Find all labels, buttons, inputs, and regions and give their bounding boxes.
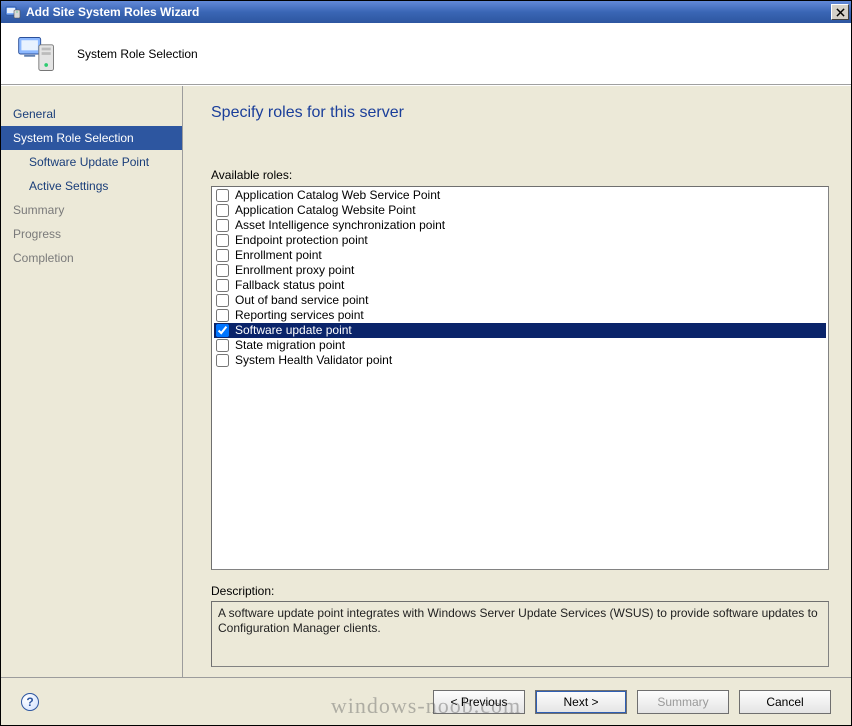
available-roles-list[interactable]: Application Catalog Web Service PointApp… — [211, 186, 829, 570]
sidebar-item-label: System Role Selection — [13, 131, 134, 145]
role-row[interactable]: Software update point — [214, 323, 826, 338]
window-title: Add Site System Roles Wizard — [26, 5, 831, 19]
role-checkbox[interactable] — [216, 339, 229, 352]
help-icon[interactable]: ? — [21, 693, 39, 711]
sidebar-item-completion[interactable]: Completion — [1, 246, 182, 270]
role-row[interactable]: Enrollment proxy point — [214, 263, 826, 278]
role-label: Application Catalog Website Point — [235, 203, 825, 218]
role-label: Enrollment proxy point — [235, 263, 825, 278]
previous-button[interactable]: < Previous — [433, 690, 525, 714]
role-label: State migration point — [235, 338, 825, 353]
app-icon — [5, 4, 21, 20]
wizard-body: General System Role Selection Software Upd… — [1, 85, 851, 677]
role-checkbox[interactable] — [216, 354, 229, 367]
role-label: Asset Intelligence synchronization point — [235, 218, 825, 233]
role-label: Enrollment point — [235, 248, 825, 263]
summary-button[interactable]: Summary — [637, 690, 729, 714]
sidebar-item-progress[interactable]: Progress — [1, 222, 182, 246]
role-checkbox[interactable] — [216, 279, 229, 292]
role-checkbox[interactable] — [216, 234, 229, 247]
wizard-window: Add Site System Roles Wizard System Role… — [0, 0, 852, 726]
role-row[interactable]: Endpoint protection point — [214, 233, 826, 248]
role-label: Application Catalog Web Service Point — [235, 188, 825, 203]
role-row[interactable]: Reporting services point — [214, 308, 826, 323]
role-checkbox[interactable] — [216, 264, 229, 277]
wizard-sidebar: General System Role Selection Software Upd… — [1, 86, 183, 677]
header-subtitle: System Role Selection — [77, 47, 198, 61]
description-label: Description: — [211, 584, 829, 598]
close-button[interactable] — [831, 4, 849, 20]
role-label: Endpoint protection point — [235, 233, 825, 248]
role-row[interactable]: Enrollment point — [214, 248, 826, 263]
sidebar-item-label: Summary — [13, 203, 64, 217]
role-row[interactable]: Fallback status point — [214, 278, 826, 293]
role-label: Fallback status point — [235, 278, 825, 293]
wizard-content: Specify roles for this server Available … — [183, 86, 851, 677]
available-roles-label: Available roles: — [211, 168, 829, 182]
sidebar-item-system-role-selection[interactable]: System Role Selection — [1, 126, 182, 150]
role-label: Reporting services point — [235, 308, 825, 323]
role-row[interactable]: Application Catalog Web Service Point — [214, 188, 826, 203]
role-label: System Health Validator point — [235, 353, 825, 368]
role-row[interactable]: Out of band service point — [214, 293, 826, 308]
role-checkbox[interactable] — [216, 324, 229, 337]
role-checkbox[interactable] — [216, 309, 229, 322]
role-checkbox[interactable] — [216, 189, 229, 202]
next-button[interactable]: Next > — [535, 690, 627, 714]
sidebar-item-label: Active Settings — [29, 179, 108, 193]
sidebar-item-active-settings[interactable]: Active Settings — [1, 174, 182, 198]
role-label: Software update point — [235, 323, 825, 338]
role-checkbox[interactable] — [216, 204, 229, 217]
wizard-footer: ? < Previous Next > Summary Cancel — [1, 677, 851, 725]
role-row[interactable]: State migration point — [214, 338, 826, 353]
role-row[interactable]: Asset Intelligence synchronization point — [214, 218, 826, 233]
role-checkbox[interactable] — [216, 219, 229, 232]
sidebar-item-summary[interactable]: Summary — [1, 198, 182, 222]
role-checkbox[interactable] — [216, 294, 229, 307]
role-checkbox[interactable] — [216, 249, 229, 262]
page-heading: Specify roles for this server — [211, 104, 829, 122]
sidebar-item-label: Completion — [13, 251, 74, 265]
role-row[interactable]: Application Catalog Website Point — [214, 203, 826, 218]
sidebar-item-software-update-point[interactable]: Software Update Point — [1, 150, 182, 174]
computer-icon — [15, 32, 59, 76]
titlebar: Add Site System Roles Wizard — [1, 1, 851, 23]
sidebar-item-label: General — [13, 107, 56, 121]
description-box: A software update point integrates with … — [211, 601, 829, 667]
role-label: Out of band service point — [235, 293, 825, 308]
role-row[interactable]: System Health Validator point — [214, 353, 826, 368]
sidebar-item-label: Software Update Point — [29, 155, 149, 169]
sidebar-item-general[interactable]: General — [1, 102, 182, 126]
header-band: System Role Selection — [1, 23, 851, 85]
cancel-button[interactable]: Cancel — [739, 690, 831, 714]
sidebar-item-label: Progress — [13, 227, 61, 241]
